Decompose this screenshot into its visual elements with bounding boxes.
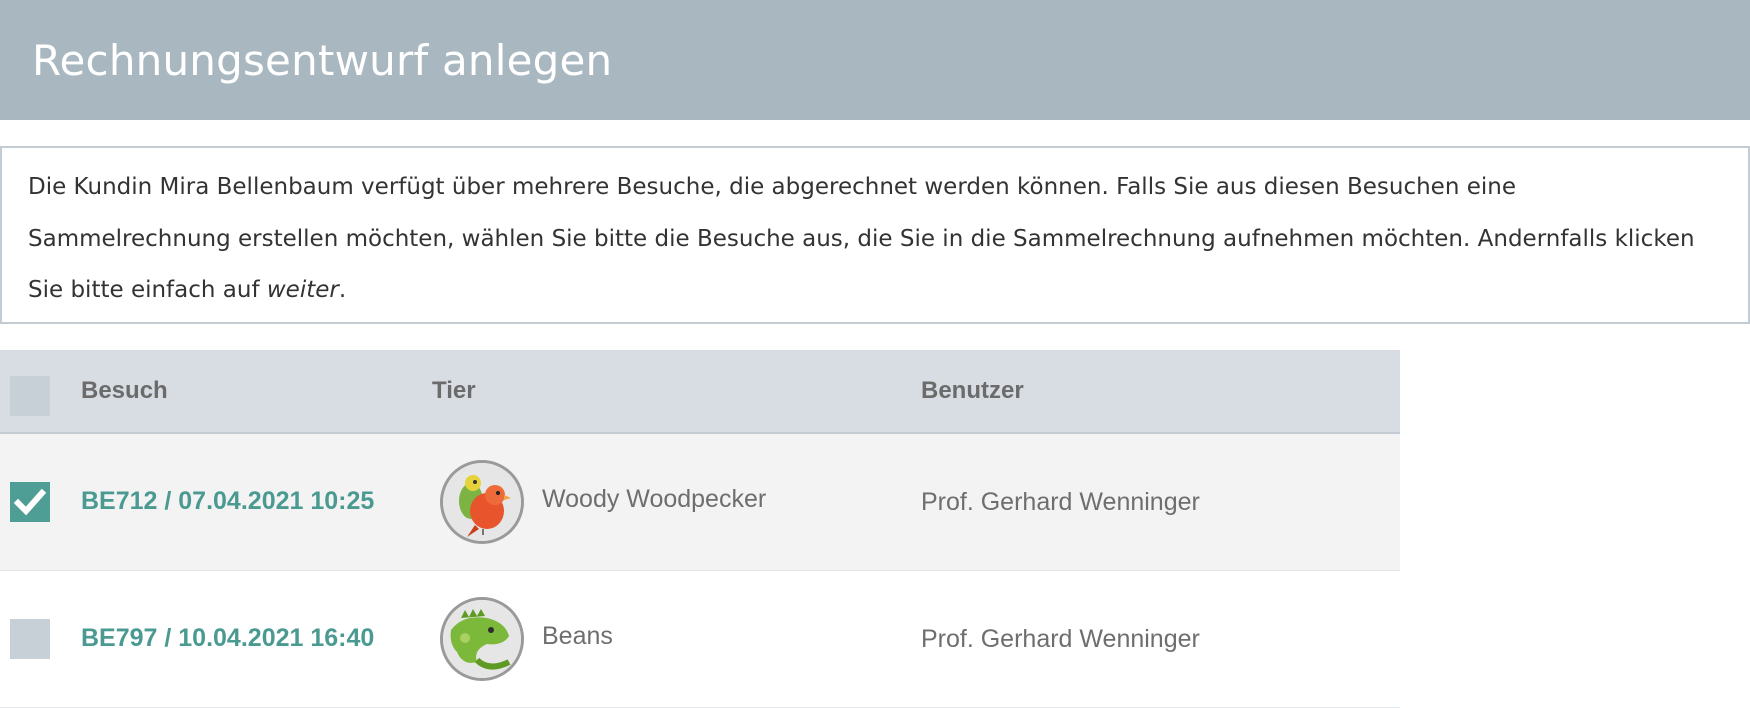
table-header: Besuch Tier Benutzer [0, 350, 1400, 434]
visit-link[interactable]: BE712 / 07.04.2021 10:25 [81, 487, 374, 516]
weiter-emphasis: weiter [266, 277, 339, 303]
column-header-user[interactable]: Benutzer [921, 350, 1024, 432]
iguana-avatar-icon [440, 597, 524, 681]
select-all-checkbox[interactable] [10, 376, 50, 416]
visit-link[interactable]: BE797 / 10.04.2021 16:40 [81, 624, 374, 653]
info-box: Die Kundin Mira Bellenbaum verfügt über … [0, 146, 1750, 324]
user-name: Prof. Gerhard Wenninger [921, 488, 1200, 516]
column-header-visit[interactable]: Besuch [81, 350, 168, 432]
page-title: Rechnungsentwurf anlegen [32, 35, 613, 85]
table-row[interactable]: BE712 / 07.04.2021 10:25 Woody Woodpecke… [0, 434, 1400, 571]
animal-name[interactable]: Woody Woodpecker [542, 485, 766, 514]
table-row[interactable]: BE797 / 10.04.2021 16:40 Beans Prof. Ger… [0, 571, 1400, 708]
checkmark-icon [13, 488, 47, 516]
info-text-end: . [338, 277, 347, 303]
bird-avatar-icon [440, 460, 524, 544]
page-header: Rechnungsentwurf anlegen [0, 0, 1750, 120]
row-checkbox[interactable] [10, 619, 50, 659]
row-checkbox-checked[interactable] [10, 482, 50, 522]
column-header-animal[interactable]: Tier [432, 350, 476, 432]
animal-name[interactable]: Beans [542, 622, 613, 651]
visits-table: Besuch Tier Benutzer BE712 / 07.04.2021 … [0, 350, 1400, 708]
user-name: Prof. Gerhard Wenninger [921, 625, 1200, 653]
